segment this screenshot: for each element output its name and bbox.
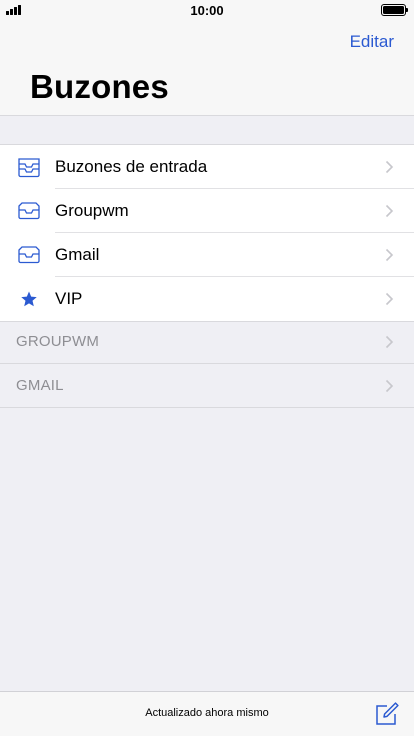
mailbox-item-label: VIP	[55, 289, 83, 308]
accounts-list: GROUPWM GMAIL	[0, 320, 414, 408]
chevron-right-icon	[385, 204, 394, 218]
account-item-label: GMAIL	[16, 377, 64, 394]
edit-button[interactable]: Editar	[350, 32, 394, 52]
mailbox-item-gmail[interactable]: Gmail	[0, 233, 414, 277]
account-item-label: GROUPWM	[16, 333, 100, 350]
chevron-right-icon	[385, 248, 394, 262]
inbox-icon	[17, 200, 41, 222]
compose-icon[interactable]	[374, 701, 400, 727]
battery-icon	[381, 4, 408, 16]
mailbox-item-inboxes[interactable]: Buzones de entrada	[0, 145, 414, 189]
mailbox-list: Buzones de entrada Groupwm Gmail VIP	[0, 144, 414, 322]
account-item-groupwm[interactable]: GROUPWM	[0, 320, 414, 364]
page-title: Buzones	[30, 68, 169, 105]
mailbox-item-label: Groupwm	[55, 201, 129, 220]
mailbox-item-label: Buzones de entrada	[55, 157, 208, 176]
mailbox-item-groupwm[interactable]: Groupwm	[0, 189, 414, 233]
status-time: 10:00	[190, 3, 224, 18]
account-item-gmail[interactable]: GMAIL	[0, 364, 414, 408]
mailbox-item-label: Gmail	[55, 245, 100, 264]
status-bar: 10:00	[0, 0, 414, 20]
chevron-right-icon	[385, 292, 394, 306]
inbox-icon	[17, 244, 41, 266]
chevron-right-icon	[385, 160, 394, 174]
nav-header: Editar Buzones	[0, 20, 414, 116]
mailbox-item-vip[interactable]: VIP	[0, 277, 414, 321]
chevron-right-icon	[385, 335, 394, 349]
star-icon	[17, 288, 41, 310]
chevron-right-icon	[385, 379, 394, 393]
bottom-toolbar: Actualizado ahora mismo	[0, 691, 414, 736]
inbox-tray-icon	[17, 156, 41, 178]
update-status: Actualizado ahora mismo	[145, 707, 269, 719]
